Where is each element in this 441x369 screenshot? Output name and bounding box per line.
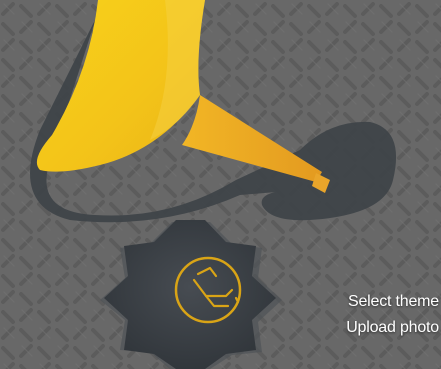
menu: Select theme Upload photo — [346, 289, 439, 341]
app-screen: Select theme Upload photo — [0, 0, 441, 369]
select-theme-button[interactable]: Select theme — [346, 289, 439, 315]
upload-photo-button[interactable]: Upload photo — [346, 315, 439, 341]
